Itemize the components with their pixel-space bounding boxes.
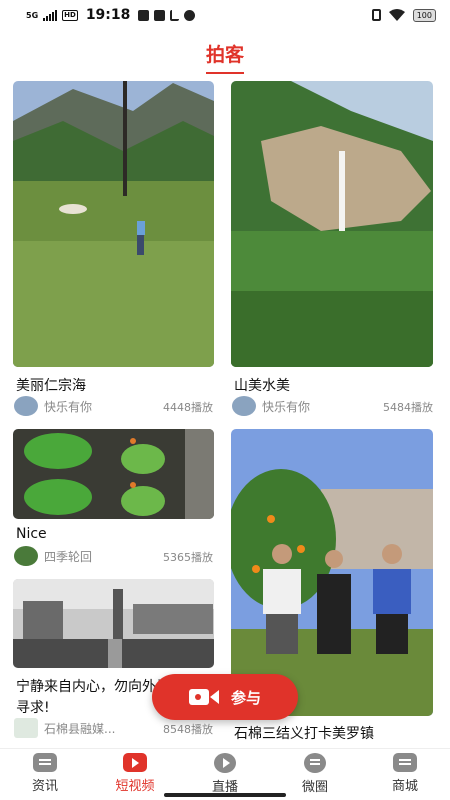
circle-icon: [304, 753, 326, 773]
play-count: 8548播放: [163, 723, 213, 736]
tab-label: 商城: [391, 779, 418, 794]
participate-label: 参与: [230, 688, 261, 707]
avatar[interactable]: [14, 396, 38, 416]
mall-icon: [393, 753, 417, 772]
author-name[interactable]: 快乐有你: [262, 398, 310, 415]
tab-label: 短视频: [115, 779, 155, 794]
video-title[interactable]: Nice: [16, 526, 211, 542]
video-thumbnail-image: [13, 429, 214, 519]
video-thumbnail[interactable]: [231, 81, 433, 367]
video-author: 四季轮回: [14, 546, 92, 566]
vibrate-icon: [371, 9, 381, 21]
video-thumbnail[interactable]: [13, 429, 214, 519]
video-title[interactable]: 山美水美: [234, 375, 429, 395]
participate-button[interactable]: 参与: [152, 674, 298, 720]
tab-news[interactable]: 资讯: [0, 749, 90, 800]
video-camera-icon: [188, 689, 219, 705]
status-bar: 5G HD 19:18 100: [0, 0, 450, 30]
message-icon: [138, 9, 150, 21]
video-thumbnail[interactable]: [231, 429, 433, 716]
tab-label: 微圈: [301, 780, 328, 795]
play-count: 5484播放: [383, 401, 433, 414]
network-label: 5G: [26, 10, 39, 20]
video-thumbnail[interactable]: [13, 81, 214, 367]
tab-label: 资讯: [31, 779, 58, 794]
video-thumbnail[interactable]: [13, 579, 214, 668]
tab-mall[interactable]: 商城: [360, 749, 450, 800]
hd-badge: HD: [62, 9, 78, 21]
author-name[interactable]: 石棉县融媒...: [44, 720, 115, 737]
battery-indicator: 100: [412, 8, 436, 22]
live-icon: [214, 753, 236, 773]
video-thumbnail-image: [231, 429, 433, 716]
short-video-icon: [123, 753, 147, 772]
video-thumbnail-image: [13, 579, 214, 668]
avatar[interactable]: [14, 546, 38, 566]
video-author: 石棉县融媒...: [14, 718, 115, 738]
usb-icon: [170, 9, 180, 21]
signal-icon: [43, 9, 58, 21]
video-author: 快乐有你: [14, 396, 92, 416]
video-author: 快乐有你: [232, 396, 310, 416]
play-count: 5365播放: [163, 551, 213, 564]
play-count: 4448播放: [163, 401, 213, 414]
video-thumbnail-image: [13, 81, 214, 367]
page-title: 拍客: [0, 40, 450, 74]
home-indicator[interactable]: [164, 793, 286, 797]
bottom-tab-bar: 资讯 短视频 直播 微圈 商城: [0, 748, 450, 800]
avatar[interactable]: [232, 396, 256, 416]
video-title[interactable]: 美丽仁宗海: [16, 375, 211, 395]
author-name[interactable]: 快乐有你: [44, 398, 92, 415]
video-title[interactable]: 石棉三结义打卡美罗镇: [234, 723, 429, 743]
clock: 19:18: [85, 7, 131, 23]
app-notification-icon: [154, 9, 166, 21]
author-name[interactable]: 四季轮回: [44, 548, 92, 565]
check-icon: [184, 9, 196, 21]
video-thumbnail-image: [231, 81, 433, 367]
avatar[interactable]: [14, 718, 38, 738]
news-icon: [33, 753, 57, 772]
wifi-icon: [388, 9, 405, 21]
